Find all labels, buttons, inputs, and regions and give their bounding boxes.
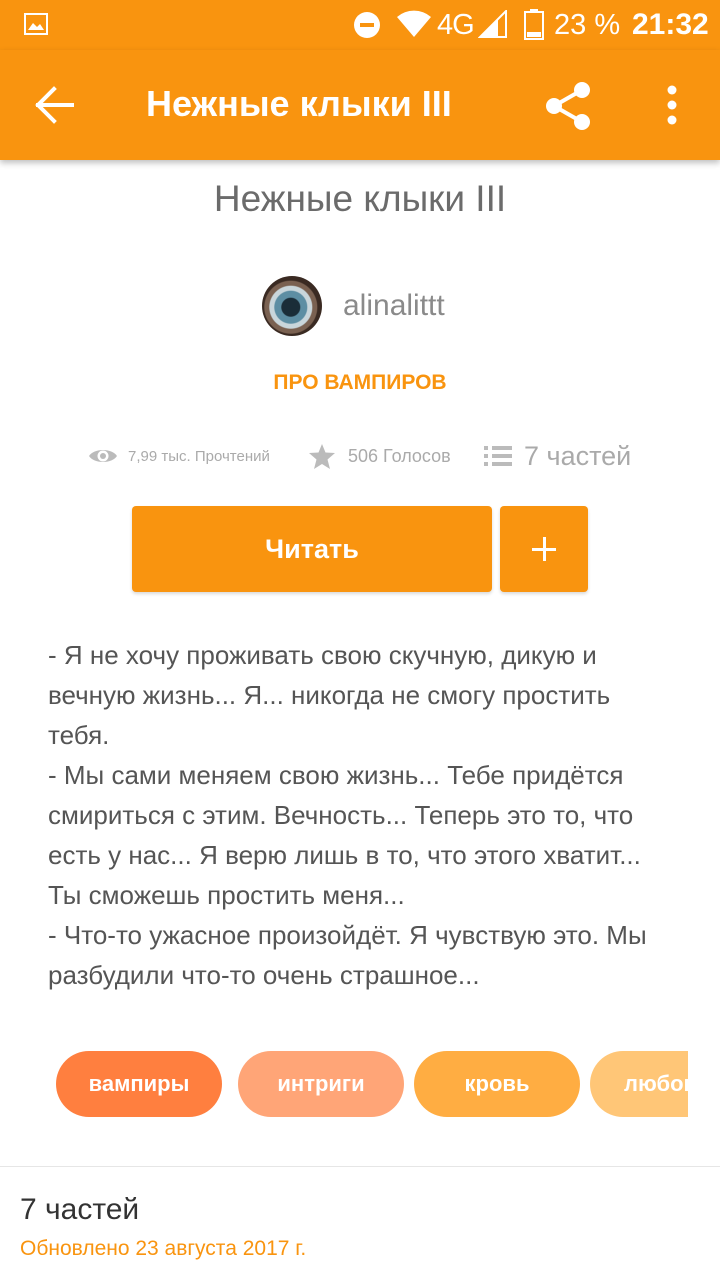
tag-chip[interactable]: кровь <box>414 1051 580 1117</box>
star-icon <box>309 443 335 469</box>
signal-icon <box>478 10 507 38</box>
list-icon <box>484 446 512 466</box>
tag-chip[interactable]: интриги <box>238 1051 404 1117</box>
story-title: Нежные клыки III <box>213 178 507 219</box>
do-not-disturb-icon <box>354 12 380 38</box>
parts-stat: 7 частей <box>484 436 631 476</box>
author-link[interactable]: alinalittt <box>262 274 445 338</box>
share-icon[interactable] <box>540 78 596 134</box>
image-notification-icon <box>24 13 48 35</box>
parts-count: 7 частей <box>524 440 632 471</box>
tag-chip[interactable]: любовь <box>590 1051 688 1117</box>
reads-count: 7,99 тыс. Прочтений <box>128 447 270 465</box>
divider <box>0 1166 720 1167</box>
network-type: 4G <box>437 9 475 41</box>
category-link[interactable]: ПРО ВАМПИРОВ <box>0 371 720 395</box>
author-name[interactable]: alinalittt <box>343 289 445 323</box>
read-button-label: Читать <box>265 533 359 564</box>
avatar[interactable] <box>262 276 322 336</box>
status-bar: 4G 23 % 21:32 <box>0 0 720 50</box>
wifi-icon <box>397 10 431 37</box>
back-arrow-icon[interactable] <box>34 85 76 125</box>
tag-chip[interactable]: вампиры <box>56 1051 222 1117</box>
story-description: - Я не хочу проживать свою скучную, дику… <box>48 640 647 990</box>
updated-date: Обновлено 23 августа 2017 г. <box>20 1237 307 1260</box>
app-bar: Нежные клыки III <box>0 50 720 160</box>
app-bar-title: Нежные клыки III <box>146 83 452 124</box>
votes-count: 506 Голосов <box>348 445 451 466</box>
battery-icon <box>524 9 544 40</box>
battery-percent: 23 % <box>554 9 621 41</box>
tag-list[interactable]: вампиры интриги кровь любовь <box>56 1051 688 1117</box>
reads-stat: 7,99 тыс. Прочтений <box>88 436 270 476</box>
read-button[interactable]: Читать <box>132 506 492 592</box>
clock: 21:32 <box>632 8 709 41</box>
eye-icon <box>89 450 117 462</box>
parts-section-title[interactable]: 7 частей <box>20 1190 139 1230</box>
story-stats: 7,99 тыс. Прочтений 506 Голосов 7 частей <box>0 436 720 476</box>
add-to-library-button[interactable] <box>500 506 588 592</box>
more-vert-icon[interactable] <box>652 80 692 130</box>
votes-stat: 506 Голосов <box>308 436 451 476</box>
